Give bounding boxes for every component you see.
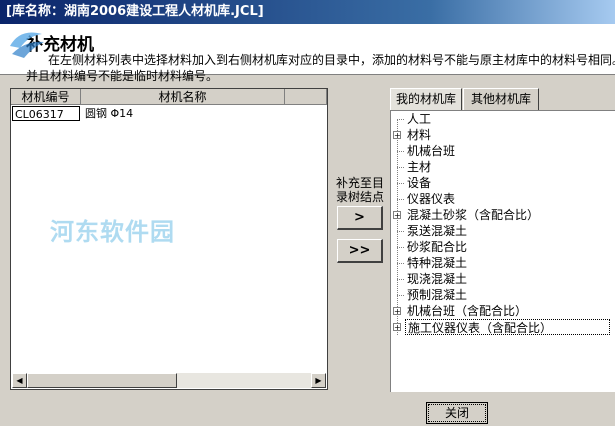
description-line-2: 并且材料编号不能是临时材料编号。 [26,69,219,83]
watermark-text: 河东软件园 [50,218,175,246]
table-cell-name[interactable]: 圆钢 Φ14 [83,106,233,121]
tree-node-cast-concrete[interactable]: 现浇混凝土 [405,271,467,287]
column-header-code[interactable]: 材机编号 [11,89,81,105]
watermark-logo-icon [10,32,44,58]
add-one-button[interactable]: > [337,206,383,230]
close-button-label: 关闭 [428,404,486,422]
expand-plus-icon[interactable]: + [393,307,401,316]
tree-node-precast-concrete[interactable]: 预制混凝土 [405,287,467,303]
horizontal-scrollbar[interactable]: ◀ ▶ [12,373,326,388]
tab-my-library[interactable]: 我的材机库 [390,88,462,110]
tree-node-material[interactable]: 材料 [405,127,431,143]
tree-node-machine-ratio[interactable]: 机械台班（含配合比） [405,303,527,319]
column-header-name[interactable]: 材机名称 [81,89,285,105]
close-button[interactable]: 关闭 [426,402,488,424]
expand-plus-icon[interactable]: + [393,211,401,220]
header-panel: 补充材机 在左侧材料列表中选择材料加入到右侧材机库对应的目录中，添加的材料号不能… [0,24,615,83]
tree-node-machine[interactable]: 机械台班 [405,143,455,159]
scroll-thumb[interactable] [27,373,177,388]
scroll-left-icon[interactable]: ◀ [12,373,27,388]
description-line-1: 在左侧材料列表中选择材料加入到右侧材机库对应的目录中，添加的材料号不能与原主材库… [48,53,615,67]
table-cell-code[interactable]: CL06317 [12,106,80,121]
expand-plus-icon[interactable]: + [393,323,401,332]
add-to-node-label: 补充至目录树结点 [335,176,384,204]
tree-node-equipment[interactable]: 设备 [405,175,431,191]
catalog-tree[interactable]: 人工 + 材料 机械台班 主材 设备 仪器仪表 + 混凝土砂浆（含配合比） 泵送… [390,110,615,392]
add-all-button[interactable]: >> [337,239,383,263]
tree-node-pump-concrete[interactable]: 泵送混凝土 [405,223,467,239]
tree-node-instrument-ratio[interactable]: 施工仪器仪表（含配合比） [405,319,610,335]
tree-node-mortar-ratio[interactable]: 砂浆配合比 [405,239,467,255]
tab-other-library[interactable]: 其他材机库 [463,88,539,110]
column-header-blank [285,89,327,105]
bottom-bar: 关闭 [10,392,615,426]
scroll-right-icon[interactable]: ▶ [311,373,326,388]
expand-plus-icon[interactable]: + [393,131,401,140]
window-title: [库名称：湖南2006建设工程人材机库.JCL] [6,4,264,19]
title-bar: [库名称：湖南2006建设工程人材机库.JCL] [0,0,615,24]
tree-node-main-material[interactable]: 主材 [405,159,431,175]
tree-node-instrument[interactable]: 仪器仪表 [405,191,455,207]
tree-node-labor[interactable]: 人工 [405,111,431,127]
tree-node-special-concrete[interactable]: 特种混凝土 [405,255,467,271]
tree-node-concrete-mortar[interactable]: 混凝土砂浆（含配合比） [405,207,539,223]
